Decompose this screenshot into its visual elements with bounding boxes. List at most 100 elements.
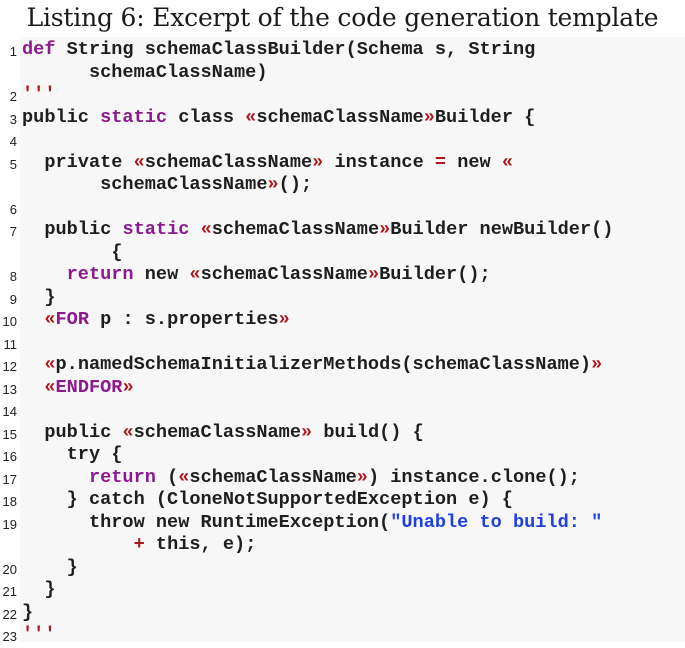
line-number: 20	[2, 561, 17, 577]
line-number: 22	[2, 606, 17, 622]
code-text: }	[22, 602, 685, 625]
code-text: }	[22, 579, 685, 602]
code-line-main: def String schemaClassBuilder(Schema s, …	[22, 39, 685, 62]
code-token: String schemaClassBuilder(Schema s, Stri…	[55, 39, 536, 60]
code-line-continuation: schemaClassName»();	[22, 174, 685, 197]
code-line: 22}	[0, 602, 685, 625]
code-token: schemaClassName	[200, 264, 368, 285]
code-line: 7 public static «schemaClassName»Builder…	[0, 219, 685, 264]
code-line-main	[22, 129, 685, 152]
operator-token: =	[434, 151, 447, 173]
code-text: } catch (CloneNotSupportedException e) {	[22, 489, 685, 512]
code-text: }	[22, 557, 685, 580]
code-token: ) instance.clone();	[367, 466, 580, 488]
code-text: public static class «schemaClassName»Bui…	[22, 107, 685, 130]
line-number: 4	[9, 134, 17, 149]
code-line-main: throw new RuntimeException("Unable to bu…	[22, 512, 685, 535]
code-token: }	[22, 579, 56, 600]
code-listing: 1 def String schemaClassBuilder(Schema s,…	[0, 39, 685, 647]
line-number: 8	[9, 269, 17, 284]
code-token: schemaClassName	[211, 219, 380, 240]
code-line-main: }	[22, 287, 685, 310]
template-delimiter-token: «	[200, 219, 212, 240]
line-number: 14	[2, 404, 17, 419]
code-token: schemaClassName	[189, 466, 357, 488]
code-token: schemaClassName	[22, 174, 268, 195]
template-delimiter-token: «	[501, 151, 514, 173]
code-line: 9 }	[0, 287, 685, 310]
code-line-continuation: {	[22, 242, 685, 265]
line-number: 7	[9, 224, 17, 239]
code-line: 6	[0, 197, 685, 220]
code-token: Builder();	[379, 264, 491, 285]
code-line: 11	[0, 332, 685, 355]
code-token: new	[133, 264, 190, 285]
template-delimiter-token: »	[300, 421, 313, 443]
line-number: 23	[2, 629, 17, 644]
code-line: 3 public static class «schemaClassName»Bu…	[0, 107, 685, 130]
code-token: }	[22, 601, 34, 623]
code-line-main: }	[22, 557, 685, 580]
line-number: 13	[2, 381, 17, 397]
template-delimiter-token: «	[245, 106, 257, 128]
code-token: Builder {	[434, 106, 536, 128]
keyword-token: return	[88, 466, 156, 488]
code-token: build() {	[312, 421, 424, 443]
code-text: }	[22, 287, 685, 310]
line-number: 1	[9, 44, 17, 59]
code-line: 15 public «schemaClassName» build() {	[0, 422, 685, 445]
code-line-main: «p.namedSchemaInitializerMethods(schemaC…	[22, 354, 685, 377]
code-line-main	[22, 197, 685, 220]
line-number: 15	[2, 426, 17, 442]
code-token: schemaClassName	[144, 151, 313, 173]
code-line-main	[22, 399, 685, 422]
template-delimiter-token: «	[178, 466, 190, 488]
code-line-main: public static «schemaClassName»Builder n…	[22, 219, 685, 242]
code-line-main: «FOR p : s.properties»	[22, 309, 685, 332]
code-line-main: } catch (CloneNotSupportedException e) {	[22, 489, 685, 512]
template-delimiter-token: «	[44, 309, 56, 330]
keyword-token: static	[122, 219, 190, 240]
code-line-continuation: + this, e);	[22, 534, 685, 557]
code-text	[22, 399, 685, 422]
code-text: «p.namedSchemaInitializerMethods(schemaC…	[22, 354, 685, 377]
code-token: {	[22, 241, 123, 263]
code-line-main: '''	[22, 84, 685, 107]
line-number: 18	[2, 494, 17, 509]
code-line: 10 «FOR p : s.properties»	[0, 309, 685, 332]
code-text: public static «schemaClassName»Builder n…	[22, 219, 685, 264]
template-delimiter-token: «	[133, 151, 145, 173]
template-delimiter-token: »	[423, 106, 435, 128]
code-token: try {	[22, 444, 123, 465]
code-line: 17 return («schemaClassName») instance.c…	[0, 467, 685, 490]
code-text: return («schemaClassName») instance.clon…	[22, 467, 685, 490]
operator-token: +	[133, 534, 145, 555]
code-line: 23 '''	[0, 624, 685, 647]
template-delimiter-token: »	[367, 264, 380, 285]
code-line-main: public «schemaClassName» build() {	[22, 422, 685, 445]
template-delimiter-token: «	[44, 376, 56, 398]
code-text	[22, 129, 685, 152]
line-number: 2	[9, 89, 17, 104]
code-token: schemaClassName	[256, 106, 424, 128]
code-line: 14	[0, 399, 685, 422]
code-text	[22, 197, 685, 220]
template-delimiter-token: »	[591, 354, 603, 375]
code-token: p.namedSchemaInitializerMethods(schemaCl…	[55, 354, 592, 375]
code-line-main: return («schemaClassName») instance.clon…	[22, 467, 685, 490]
code-token: schemaClassName)	[22, 61, 268, 83]
keyword-token: static	[100, 106, 168, 128]
code-text: return new «schemaClassName»Builder();	[22, 264, 685, 287]
line-number: 9	[9, 291, 17, 307]
template-keyword-token: FOR	[55, 309, 89, 330]
code-line-main: }	[22, 602, 685, 625]
code-token: Builder newBuilder()	[390, 219, 614, 240]
code-token: throw new RuntimeException(	[22, 511, 391, 533]
line-number: 12	[2, 359, 17, 374]
code-line: 12 «p.namedSchemaInitializerMethods(sche…	[0, 354, 685, 377]
code-token: p : s.properties	[88, 309, 279, 330]
